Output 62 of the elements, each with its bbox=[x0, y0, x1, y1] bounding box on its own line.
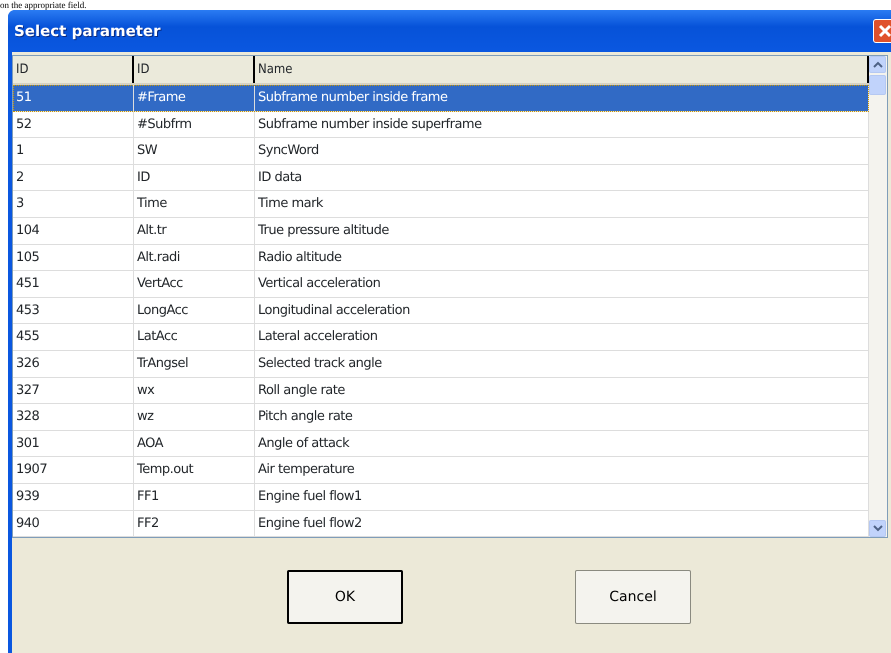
table-cell: LatAcc bbox=[134, 324, 255, 350]
list-row[interactable]: 105 Alt.radi Radio altitude bbox=[13, 244, 869, 272]
table-cell: VertAcc bbox=[134, 271, 255, 297]
table-cell: 104 bbox=[13, 218, 134, 244]
table-cell: 2 bbox=[13, 164, 134, 190]
table-cell: wz bbox=[134, 404, 255, 430]
table-cell: #Frame bbox=[134, 85, 255, 111]
scroll-down-button[interactable] bbox=[869, 520, 886, 537]
table-cell: 328 bbox=[13, 404, 134, 430]
list-row[interactable]: 1 SW SyncWord bbox=[13, 138, 869, 165]
table-cell: ID bbox=[134, 164, 255, 190]
table-cell: 326 bbox=[13, 350, 134, 377]
list-row[interactable]: 328 wz Pitch angle rate bbox=[13, 404, 869, 431]
page-text: on the appropriate field. bbox=[0, 0, 86, 10]
list-row[interactable]: 2 ID ID data bbox=[13, 164, 869, 192]
table-cell: Temp.out bbox=[134, 457, 255, 483]
list-row[interactable]: 51 #Frame Subframe number inside frame bbox=[13, 85, 869, 112]
table-cell: Alt.tr bbox=[134, 218, 255, 244]
table-cell: AOA bbox=[134, 430, 255, 456]
list-row[interactable]: 939 FF1 Engine fuel flow1 bbox=[13, 484, 869, 510]
close-icon bbox=[878, 24, 891, 38]
cancel-button[interactable]: Cancel bbox=[575, 570, 691, 624]
table-cell: 327 bbox=[13, 378, 134, 404]
table-cell: 940 bbox=[13, 510, 134, 536]
table-cell: #Subfrm bbox=[134, 112, 255, 138]
list-row[interactable]: 326 TrAngsel Selected track angle bbox=[13, 350, 869, 378]
list-row[interactable]: 455 LatAcc Lateral acceleration bbox=[13, 324, 869, 351]
table-cell: 453 bbox=[13, 298, 134, 324]
list-row[interactable]: 104 Alt.tr True pressure altitude bbox=[13, 218, 869, 245]
table-cell: 52 bbox=[13, 112, 134, 138]
table-cell: 105 bbox=[13, 244, 134, 270]
table-cell: 451 bbox=[13, 271, 134, 297]
table-cell: 3 bbox=[13, 191, 134, 217]
list-row[interactable]: 3 Time Time mark bbox=[13, 191, 869, 218]
list-row[interactable]: 52 #Subfrm Subframe number inside superframe bbox=[13, 112, 869, 138]
close-button[interactable] bbox=[873, 19, 891, 43]
table-cell: FF1 bbox=[134, 484, 255, 510]
list-row[interactable]: 453 LongAcc Longitudinal acceleration bbox=[13, 298, 869, 324]
table-cell: 939 bbox=[13, 484, 134, 510]
list-row[interactable]: 1907 Temp.out Air temperature bbox=[13, 457, 869, 484]
table-cell: 1907 bbox=[13, 457, 134, 483]
ok-button[interactable]: OK bbox=[287, 570, 403, 624]
table-cell: Time bbox=[134, 191, 255, 217]
list-row[interactable]: 301 AOA Angle of attack bbox=[13, 430, 869, 458]
table-cell: 455 bbox=[13, 324, 134, 350]
window-title: Select parameter bbox=[14, 20, 160, 42]
table-cell: FF2 bbox=[134, 510, 255, 536]
list-row[interactable]: 940 FF2 Engine fuel flow2 bbox=[13, 510, 869, 537]
table-cell: TrAngsel bbox=[134, 350, 255, 377]
table-cell: wx bbox=[134, 378, 255, 404]
table-cell: SW bbox=[134, 138, 255, 164]
list-row[interactable]: 327 wx Roll angle rate bbox=[13, 378, 869, 404]
scroll-thumb[interactable] bbox=[869, 75, 886, 95]
table-cell: 51 bbox=[13, 85, 134, 111]
table-cell: 1 bbox=[13, 138, 134, 164]
list-row[interactable]: 451 VertAcc Vertical acceleration bbox=[13, 271, 869, 298]
table-cell: 301 bbox=[13, 430, 134, 456]
column-header[interactable]: ID bbox=[13, 56, 134, 83]
table-cell: LongAcc bbox=[134, 298, 255, 324]
scroll-up-button[interactable] bbox=[869, 56, 886, 73]
column-header[interactable]: ID bbox=[134, 56, 255, 83]
table-cell: Alt.radi bbox=[134, 244, 255, 270]
